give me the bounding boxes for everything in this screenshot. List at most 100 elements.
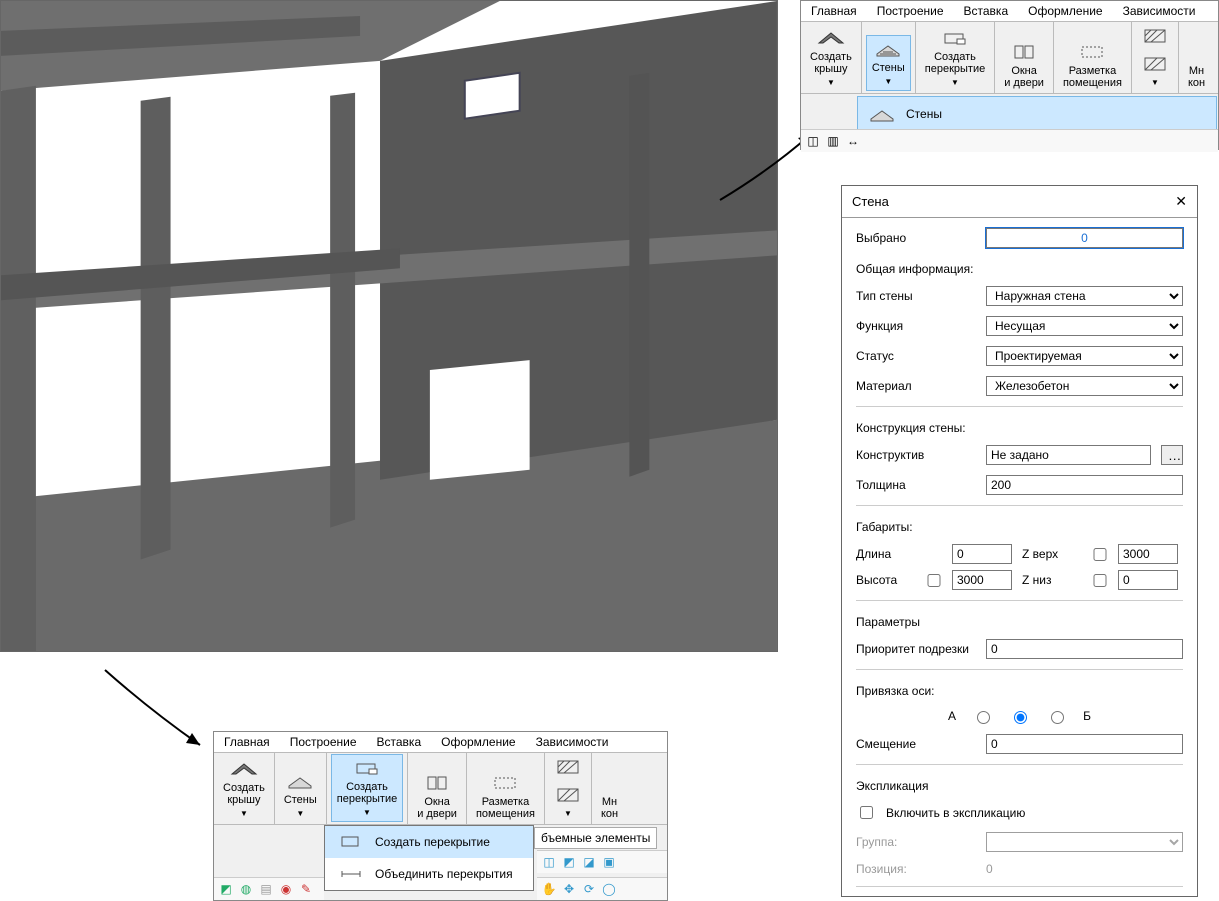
menu-insert[interactable]: Вставка [367, 732, 432, 752]
sheet-icon[interactable]: ▤ [256, 880, 276, 898]
menu-insert[interactable]: Вставка [954, 1, 1019, 21]
constructive-label: Конструктив [856, 448, 976, 462]
wall-type-select[interactable]: Наружная стена [986, 286, 1183, 306]
edit-icon[interactable]: ✎ [296, 880, 316, 898]
zbot-checkbox[interactable] [1092, 574, 1108, 587]
height-checkbox[interactable] [926, 574, 942, 587]
material-select[interactable]: Железобетон [986, 376, 1183, 396]
chevron-down-icon: ▼ [951, 77, 959, 89]
ztop-input[interactable] [1118, 544, 1178, 564]
hatch-button-1[interactable] [1136, 23, 1174, 49]
mno-button[interactable]: Мн кон [596, 794, 623, 822]
rot-icon[interactable]: ⟳ [579, 880, 599, 898]
trim-priority-input[interactable] [986, 639, 1183, 659]
room-markup-button[interactable]: Разметка помещения [1058, 39, 1127, 91]
volume-elements-button[interactable]: бъемные элементы [534, 827, 657, 849]
hatch-button-1[interactable] [549, 754, 587, 780]
section-construction: Конструкция стены: [856, 421, 1183, 435]
menu-build[interactable]: Построение [280, 732, 367, 752]
slab-dropdown-create[interactable]: Создать перекрытие [325, 826, 533, 858]
cyl-icon[interactable]: ◍ [236, 880, 256, 898]
sphere-icon[interactable]: ◯ [599, 880, 619, 898]
axis-b-label: Б [1083, 709, 1091, 723]
menu-main[interactable]: Главная [801, 1, 867, 21]
length-input[interactable] [952, 544, 1012, 564]
arrow-to-ribbon-bottom [90, 660, 220, 760]
room-markup-label: Разметка помещения [476, 796, 535, 820]
explication-checkbox[interactable] [860, 806, 873, 819]
status-select[interactable]: Проектируемая [986, 346, 1183, 366]
ribbon-body-top: Создать крышу▼ Стены ▼ Создать перекрыти… [801, 22, 1218, 94]
wall-icon [868, 103, 896, 125]
function-select[interactable]: Несущая [986, 316, 1183, 336]
box3-icon[interactable]: ◪ [579, 853, 599, 871]
ribbon-body-bottom: Создать крышу▼ Стены ▼ Создать перекрыти… [214, 753, 667, 825]
hand-icon[interactable]: ✋ [539, 880, 559, 898]
position-label: Позиция: [856, 862, 976, 876]
explication-checkbox-label: Включить в экспликацию [886, 806, 1025, 820]
mno-button[interactable]: Мн кон [1183, 63, 1210, 91]
menu-deps[interactable]: Зависимости [526, 732, 619, 752]
box4-icon[interactable]: ▣ [599, 853, 619, 871]
room-markup-button[interactable]: Разметка помещения [471, 770, 540, 822]
section-axis: Привязка оси: [856, 684, 1183, 698]
box1-icon[interactable]: ◫ [539, 853, 559, 871]
mno-label: Мн кон [1188, 65, 1205, 89]
hatch-button-2[interactable]: ▼ [549, 782, 587, 822]
constructive-input[interactable] [986, 445, 1151, 465]
hatch-icon [1141, 53, 1169, 75]
menu-deps[interactable]: Зависимости [1113, 1, 1206, 21]
windows-doors-button[interactable]: Окна и двери [412, 770, 462, 822]
offset-input[interactable] [986, 734, 1183, 754]
create-roof-button[interactable]: Создать крышу▼ [805, 25, 857, 91]
wall-icon [874, 38, 902, 60]
zbot-input[interactable] [1118, 570, 1178, 590]
axis-b-radio[interactable] [1051, 711, 1064, 724]
menu-design[interactable]: Оформление [1018, 1, 1112, 21]
thickness-input[interactable] [986, 475, 1183, 495]
create-slab-button[interactable]: Создать перекрытие ▼ [920, 25, 990, 91]
move-icon[interactable]: ✥ [559, 880, 579, 898]
wall-icon [286, 770, 314, 792]
panel-icon[interactable]: ▥ [823, 132, 843, 150]
menu-main[interactable]: Главная [214, 732, 280, 752]
room-markup-label: Разметка помещения [1063, 65, 1122, 89]
menu-build[interactable]: Построение [867, 1, 954, 21]
walls-button[interactable]: Стены ▼ [279, 768, 322, 822]
cube-blue-icon[interactable]: ◩ [216, 880, 236, 898]
selected-input[interactable] [986, 228, 1183, 248]
create-slab-label: Создать перекрытие [925, 51, 985, 75]
create-slab-button[interactable]: Создать перекрытие▼ [331, 754, 403, 822]
close-icon[interactable]: ✕ [1175, 193, 1187, 210]
cube-icon[interactable]: ◫ [803, 132, 823, 150]
offset-label: Смещение [856, 737, 976, 751]
zbot-label: Z низ [1022, 573, 1082, 587]
function-label: Функция [856, 319, 976, 333]
mini-toolbar-bottom-right: ◫ ◩ ◪ ▣ [537, 850, 667, 873]
3d-viewport[interactable] [0, 0, 778, 652]
scene-3d [1, 1, 777, 651]
windows-doors-button[interactable]: Окна и двери [999, 39, 1049, 91]
mini-toolbar-top: ◫ ▥ ↔ [801, 129, 1218, 152]
position-value: 0 [986, 862, 993, 876]
ztop-checkbox[interactable] [1092, 548, 1108, 561]
height-input[interactable] [952, 570, 1012, 590]
menu-design[interactable]: Оформление [431, 732, 525, 752]
axis-mid-radio[interactable] [1014, 711, 1027, 724]
mini-toolbar-bottom-right2: ✋ ✥ ⟳ ◯ [537, 877, 667, 900]
slab-dropdown-merge[interactable]: Объединить перекрытия [325, 858, 533, 890]
red-icon[interactable]: ◉ [276, 880, 296, 898]
slab-icon [353, 757, 381, 779]
box2-icon[interactable]: ◩ [559, 853, 579, 871]
section-explication: Экспликация [856, 779, 1183, 793]
create-roof-label: Создать крышу [810, 51, 852, 75]
constructive-browse-button[interactable]: … [1161, 445, 1183, 465]
arrows-icon[interactable]: ↔ [843, 132, 863, 150]
hatch-button-2[interactable]: ▼ [1136, 51, 1174, 91]
axis-a-radio[interactable] [977, 711, 990, 724]
walls-button[interactable]: Стены ▼ [866, 35, 911, 91]
walls-dropdown-label: Стены [906, 107, 942, 121]
material-label: Материал [856, 379, 976, 393]
create-roof-button[interactable]: Создать крышу▼ [218, 756, 270, 822]
walls-dropdown-item[interactable]: Стены [857, 96, 1217, 132]
